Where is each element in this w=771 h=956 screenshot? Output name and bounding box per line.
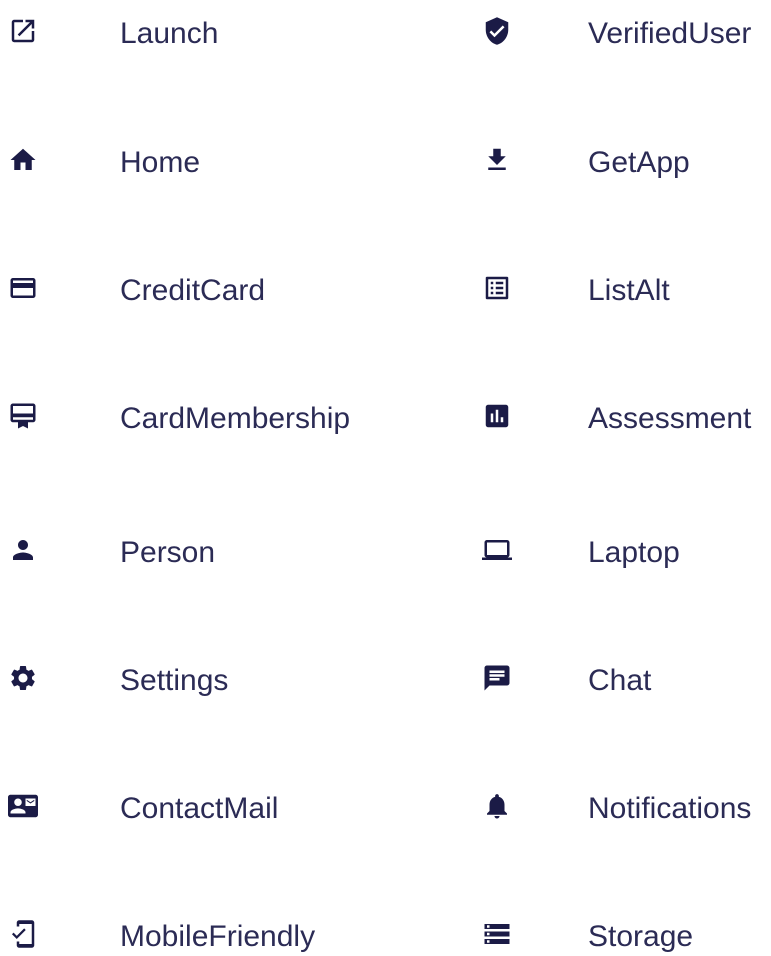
get-app-icon [482,145,512,175]
icon-item-card-membership[interactable]: CardMembership [0,393,360,435]
person-icon [8,535,38,565]
icon-item-settings[interactable]: Settings [0,655,360,697]
icon-item-label: Settings [120,664,229,697]
icon-item-label: Launch [120,17,219,50]
icon-item-person[interactable]: Person [0,527,360,569]
icon-item-get-app[interactable]: GetApp [468,137,771,179]
icon-item-launch[interactable]: Launch [0,8,360,50]
icon-item-label: Laptop [588,536,680,569]
mobile-friendly-icon [8,919,38,949]
settings-icon [8,663,38,693]
icon-item-label: Assessment [588,402,752,435]
icon-item-label: Chat [588,664,652,697]
icon-item-label: MobileFriendly [120,920,316,953]
icon-item-credit-card[interactable]: CreditCard [0,265,360,307]
icon-item-home[interactable]: Home [0,137,360,179]
icon-item-label: CreditCard [120,274,266,307]
icon-item-verified-user[interactable]: VerifiedUser [468,8,771,50]
verified-user-icon [482,16,512,46]
icon-item-assessment[interactable]: Assessment [468,393,771,435]
contact-mail-icon [8,791,38,821]
chat-icon [482,663,512,693]
storage-icon [482,919,512,949]
icon-item-mobile-friendly[interactable]: MobileFriendly [0,911,360,953]
icon-item-label: CardMembership [120,402,351,435]
laptop-icon [482,535,512,565]
icon-item-storage[interactable]: Storage [468,911,771,953]
icon-item-notifications[interactable]: Notifications [468,783,771,825]
launch-icon [8,16,38,46]
list-alt-icon [482,273,512,303]
icon-item-label: Person [120,536,216,569]
icon-item-list-alt[interactable]: ListAlt [468,265,771,307]
credit-card-icon [8,273,38,303]
icon-item-label: ContactMail [120,792,279,825]
icon-item-label: ListAlt [588,274,670,307]
home-icon [8,145,38,175]
card-membership-icon [8,401,38,431]
assessment-icon [482,401,512,431]
icon-item-contact-mail[interactable]: ContactMail [0,783,360,825]
icon-item-label: Home [120,146,201,179]
icon-item-laptop[interactable]: Laptop [468,527,771,569]
icon-item-label: GetApp [588,146,690,179]
icon-item-chat[interactable]: Chat [468,655,771,697]
notifications-icon [482,791,512,821]
icon-item-label: Storage [588,920,694,953]
icon-item-label: VerifiedUser [588,17,752,50]
icon-item-label: Notifications [588,792,752,825]
